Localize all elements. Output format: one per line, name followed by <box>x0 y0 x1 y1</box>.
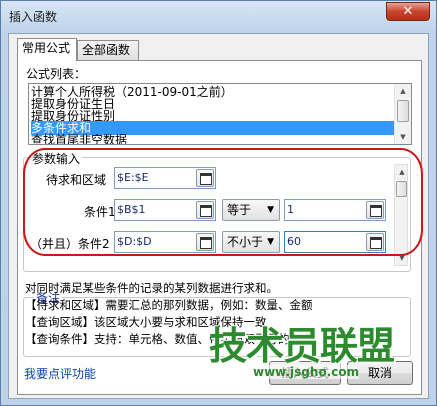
cancel-button[interactable]: 取消 <box>347 361 413 385</box>
condition2-range-value: $D:$D <box>117 235 152 248</box>
close-button[interactable]: ✕ <box>386 2 430 21</box>
condition1-operator-select[interactable]: 等于 ▼ <box>222 199 280 221</box>
scroll-down-icon[interactable]: ▼ <box>396 252 408 264</box>
condition2-criteria-input[interactable]: 60 <box>284 231 386 253</box>
sum-range-value: $E:$E <box>117 171 149 184</box>
list-item[interactable]: 查找首尾非空数据 <box>31 133 395 144</box>
feedback-link[interactable]: 我要点评功能 <box>24 365 96 382</box>
insert-formula-button[interactable]: 插入公式 <box>269 361 341 385</box>
sum-range-input[interactable]: $E:$E <box>114 167 216 189</box>
condition2-criteria-value: 60 <box>287 235 301 248</box>
remark-line: 【查询条件】支持：单元格、数值、带半角双引号的文本 <box>25 332 313 346</box>
cell-reference-icon[interactable] <box>366 233 384 251</box>
cell-reference-icon[interactable] <box>196 233 214 251</box>
condition2-operator-value: 不小于 <box>227 235 264 249</box>
condition1-criteria-input[interactable]: 1 <box>284 199 386 221</box>
cell-reference-icon[interactable] <box>196 169 214 187</box>
tab-common-formulas[interactable]: 常用公式 <box>17 38 77 61</box>
cell-reference-icon[interactable] <box>366 201 384 219</box>
formula-list-scrollbar[interactable]: ▲ ▼ <box>394 84 411 144</box>
scroll-up-icon[interactable]: ▲ <box>397 85 409 97</box>
remark-line: 【查询区域】该区域大小要与求和区域保持一致 <box>25 315 267 329</box>
close-icon: ✕ <box>402 4 414 19</box>
chevron-down-icon: ▼ <box>267 237 274 247</box>
chevron-down-icon: ▼ <box>267 205 274 215</box>
param-label-condition2: （并且）条件2 <box>30 237 110 251</box>
param-label-condition1: 条件1 <box>84 205 116 219</box>
scroll-down-icon[interactable]: ▼ <box>397 131 409 143</box>
scroll-up-icon[interactable]: ▲ <box>396 166 408 178</box>
params-scrollbar[interactable]: ▲ ▼ <box>394 164 408 266</box>
formula-listbox[interactable]: 计算个人所得税（2011-09-01之前） 提取身份证生日 提取身份证性别 多条… <box>28 83 412 145</box>
cell-reference-icon[interactable] <box>196 201 214 219</box>
condition1-operator-value: 等于 <box>227 203 252 217</box>
remark-line: 【待求和区域】需要汇总的那列数据，例如：数量、金额 <box>25 298 313 312</box>
remark-line: 对同时满足某些条件的记录的某列数据进行求和。 <box>25 281 278 295</box>
condition2-operator-select[interactable]: 不小于 ▼ <box>222 231 280 253</box>
tab-all-functions[interactable]: 全部函数 <box>77 40 139 60</box>
condition1-range-input[interactable]: $B$1 <box>114 199 216 221</box>
insert-function-dialog: 插入函数 ✕ 常用公式 全部函数 公式列表： 计算个人所得税（2011-09-0… <box>0 0 437 406</box>
scroll-thumb[interactable] <box>397 100 409 122</box>
title-bar: 插入函数 ✕ <box>1 1 436 29</box>
condition2-range-input[interactable]: $D:$D <box>114 231 216 253</box>
params-group-title: 参数输入 <box>30 150 83 167</box>
condition1-range-value: $B$1 <box>117 203 146 216</box>
scroll-thumb[interactable] <box>396 181 407 197</box>
param-label-sum-range: 待求和区域 <box>46 173 107 187</box>
condition1-criteria-value: 1 <box>287 203 294 216</box>
formula-list-label: 公式列表： <box>26 67 87 81</box>
dialog-title: 插入函数 <box>9 10 58 24</box>
